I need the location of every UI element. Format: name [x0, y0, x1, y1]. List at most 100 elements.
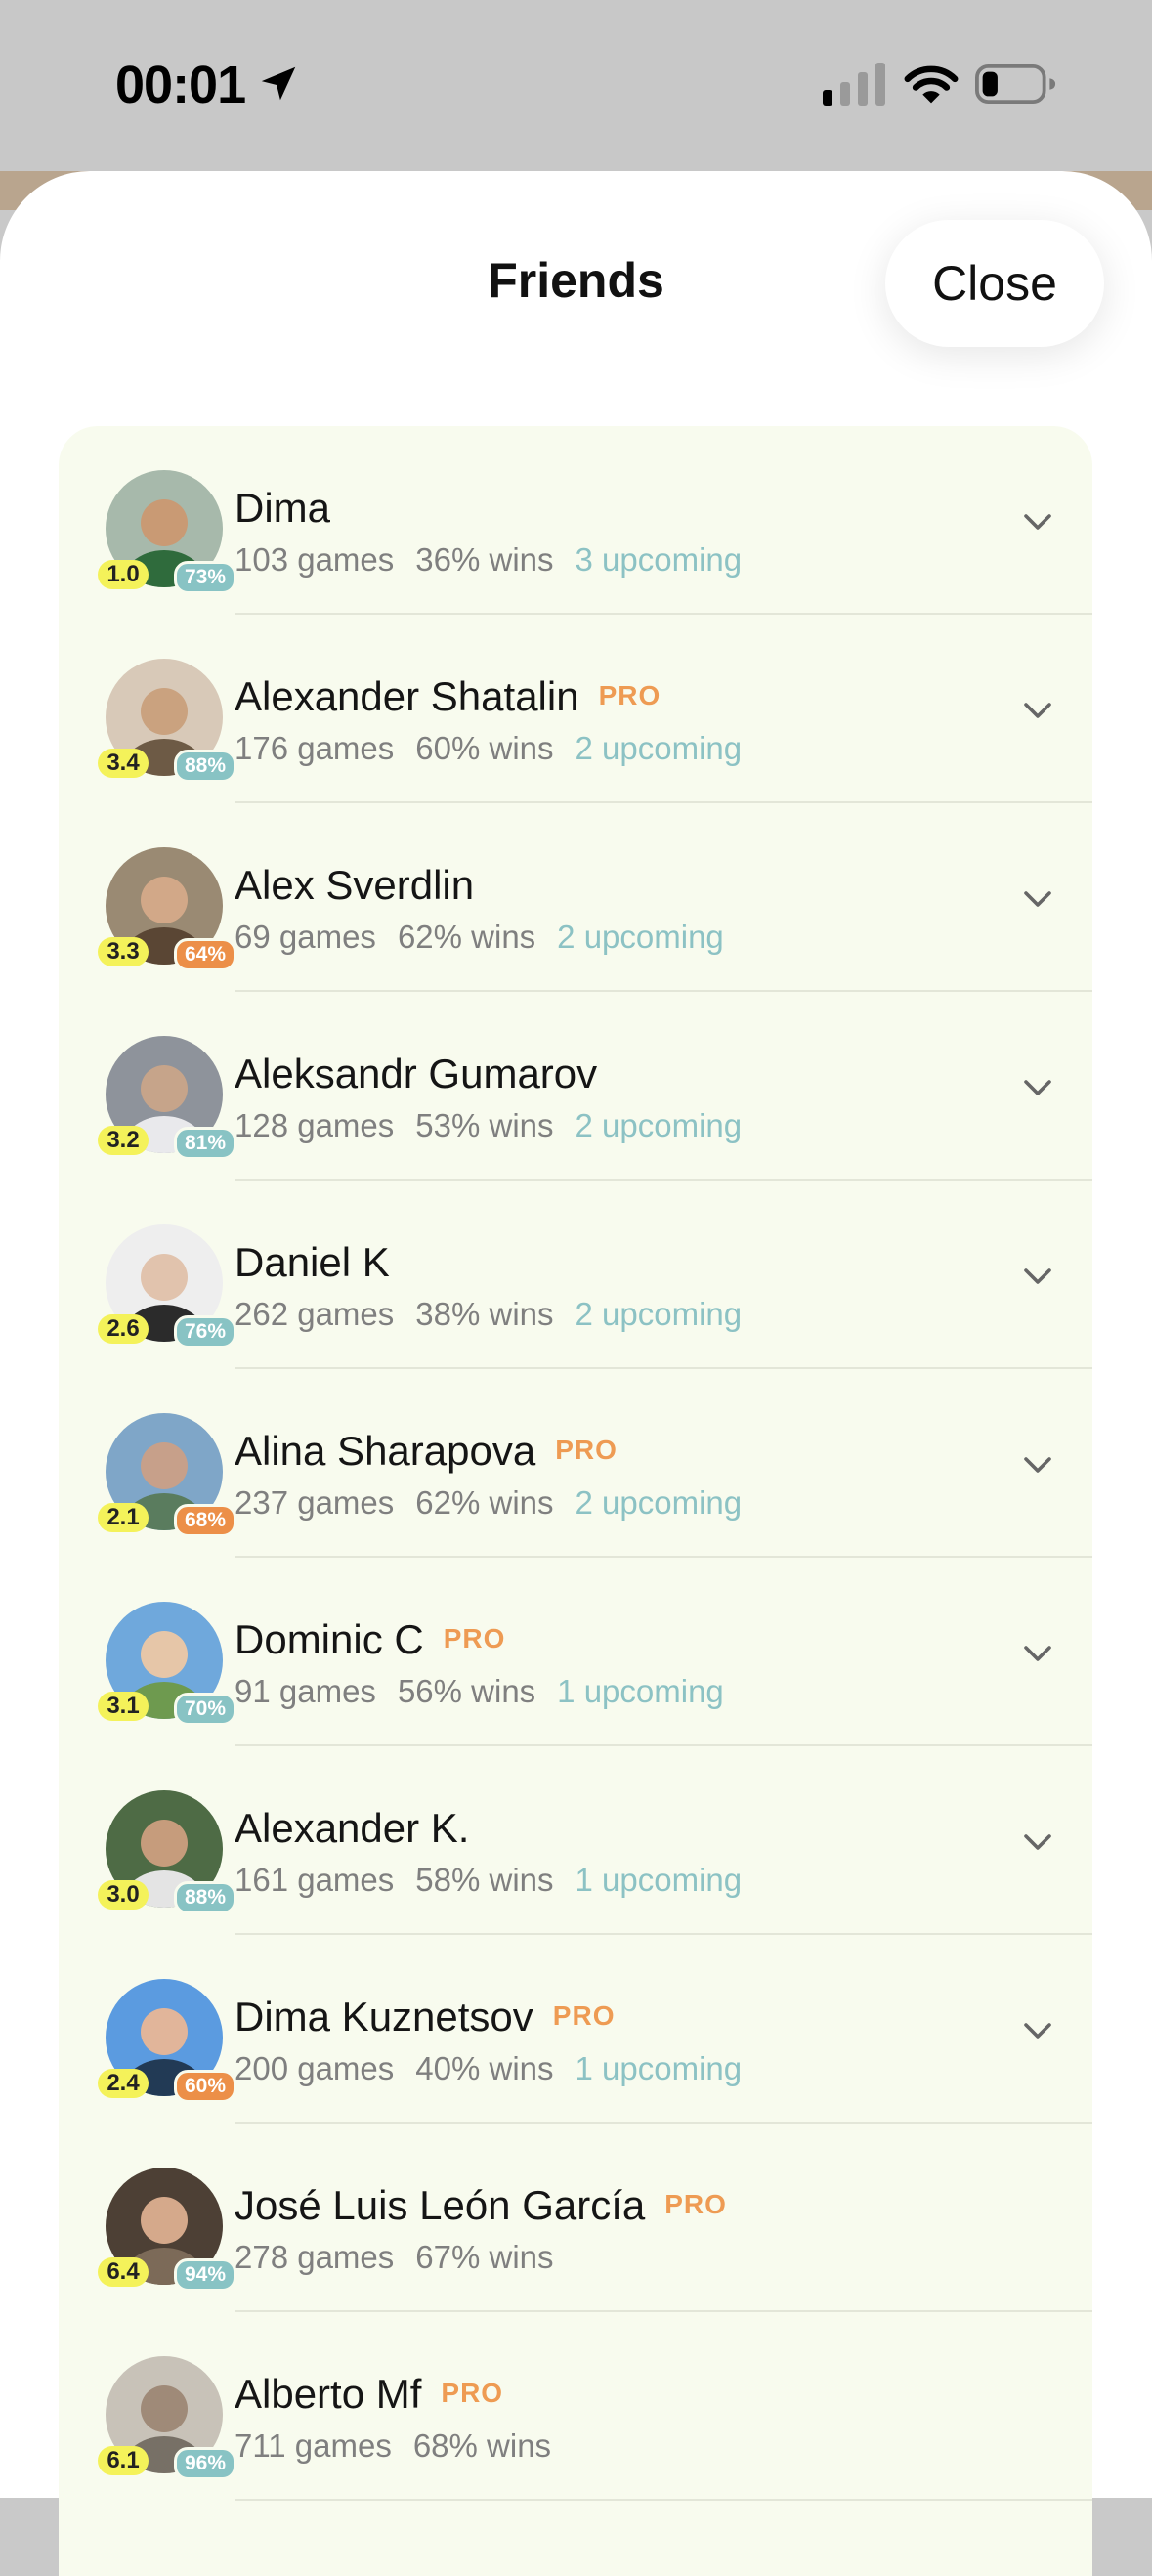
pro-badge: PRO [664, 2189, 727, 2219]
friend-row[interactable]: 3.4 88% Alexander Shatalin PRO 176 games 60% … [59, 615, 1092, 803]
games-count: 200 games [235, 2050, 395, 2086]
win-rate-badge: 73% [174, 561, 237, 594]
chevron-down-icon[interactable] [1020, 699, 1055, 722]
upcoming-count: 1 upcoming [575, 2050, 743, 2086]
rating-badge: 3.1 [98, 1692, 149, 1721]
rating-badge: 2.1 [98, 1503, 149, 1532]
upcoming-count: 2 upcoming [575, 730, 743, 766]
win-rate-badge: 76% [174, 1315, 237, 1349]
friend-name: Alina Sharapova PRO [235, 1428, 618, 1475]
games-count: 711 games [235, 2427, 392, 2464]
win-rate-badge: 60% [174, 2070, 237, 2103]
upcoming-count: 2 upcoming [575, 1484, 743, 1521]
friend-stats: 237 games 62% wins 2 upcoming [235, 1484, 763, 1522]
chevron-down-icon[interactable] [1020, 510, 1055, 534]
friend-name-text: Alexander K. [235, 1805, 470, 1851]
friend-stats: 128 games 53% wins 2 upcoming [235, 1107, 763, 1144]
chevron-down-icon[interactable] [1020, 887, 1055, 911]
friend-name: Alberto Mf PRO [235, 2371, 503, 2418]
win-rate-badge: 88% [174, 750, 237, 783]
games-count: 262 games [235, 1296, 395, 1332]
friend-name-text: Aleksandr Gumarov [235, 1051, 598, 1096]
friend-stats: 200 games 40% wins 1 upcoming [235, 2050, 763, 2087]
upcoming-count: 3 upcoming [575, 541, 743, 578]
win-rate-badge: 68% [174, 1504, 237, 1537]
friend-name: Aleksandr Gumarov [235, 1051, 597, 1097]
win-percentage: 67% wins [415, 2239, 554, 2275]
friend-name-text: Daniel K [235, 1239, 390, 1285]
upcoming-count: 2 upcoming [575, 1107, 743, 1143]
win-rate-badge: 94% [174, 2258, 237, 2292]
win-percentage: 40% wins [415, 2050, 554, 2086]
friends-list: 1.0 73% Dima 103 games 36% wins 3 upcoming 3.4… [59, 426, 1092, 2576]
friend-row[interactable]: 3.2 81% Aleksandr Gumarov 128 games 53% wins… [59, 992, 1092, 1181]
chevron-down-icon[interactable] [1020, 1453, 1055, 1477]
games-count: 69 games [235, 919, 376, 955]
friend-name-text: Alex Sverdlin [235, 862, 475, 908]
win-percentage: 36% wins [415, 541, 554, 578]
pro-badge: PRO [555, 1435, 618, 1465]
status-time: 00:01 [115, 56, 246, 114]
friend-name: Alexander K. [235, 1805, 469, 1852]
friend-stats: 91 games 56% wins 1 upcoming [235, 1673, 746, 1710]
status-bar: 00:01 [0, 0, 1152, 171]
pro-badge: PRO [598, 680, 661, 710]
win-percentage: 38% wins [415, 1296, 554, 1332]
win-percentage: 53% wins [415, 1107, 554, 1143]
wifi-icon [904, 65, 959, 104]
rating-badge: 3.4 [98, 749, 149, 778]
friend-name: Alex Sverdlin [235, 862, 474, 909]
friend-name: Alexander Shatalin PRO [235, 673, 661, 720]
chevron-down-icon[interactable] [1020, 1076, 1055, 1099]
friend-stats: 278 games 67% wins [235, 2239, 576, 2276]
friend-stats: 69 games 62% wins 2 upcoming [235, 919, 746, 956]
friend-row[interactable]: 2.1 68% Alina Sharapova PRO 237 games 62% win… [59, 1369, 1092, 1558]
pro-badge: PRO [441, 2378, 504, 2408]
pro-badge: PRO [443, 1623, 506, 1653]
win-percentage: 68% wins [412, 2427, 552, 2464]
upcoming-count: 2 upcoming [575, 1296, 743, 1332]
games-count: 103 games [235, 541, 395, 578]
friend-stats: 711 games 68% wins [235, 2427, 573, 2465]
friend-name: José Luis León García PRO [235, 2182, 727, 2229]
chevron-down-icon[interactable] [1020, 1830, 1055, 1854]
upcoming-count: 2 upcoming [557, 919, 724, 955]
games-count: 161 games [235, 1862, 395, 1898]
friend-name: Daniel K [235, 1239, 390, 1286]
friend-name-text: Dima [235, 485, 331, 531]
win-percentage: 62% wins [397, 919, 536, 955]
rating-badge: 1.0 [98, 560, 149, 589]
win-rate-badge: 96% [174, 2447, 237, 2480]
chevron-down-icon[interactable] [1020, 2019, 1055, 2042]
win-rate-badge: 64% [174, 938, 237, 971]
rating-badge: 3.2 [98, 1126, 149, 1155]
row-divider [235, 2499, 1092, 2501]
friend-row[interactable]: 6.4 94% José Luis León García PRO 278 games 6… [59, 2124, 1092, 2312]
friend-stats: 161 games 58% wins 1 upcoming [235, 1862, 763, 1899]
win-rate-badge: 88% [174, 1881, 237, 1914]
friend-name-text: Alberto Mf [235, 2371, 422, 2417]
friend-row[interactable]: 3.1 70% Dominic C PRO 91 games 56% wins 1 upco… [59, 1558, 1092, 1746]
rating-badge: 3.0 [98, 1880, 149, 1910]
win-percentage: 60% wins [415, 730, 554, 766]
chevron-down-icon[interactable] [1020, 1265, 1055, 1288]
cellular-signal-icon [823, 63, 885, 106]
games-count: 237 games [235, 1484, 395, 1521]
friend-stats: 176 games 60% wins 2 upcoming [235, 730, 763, 767]
close-button[interactable]: Close [885, 220, 1104, 347]
rating-badge: 2.6 [98, 1314, 149, 1344]
win-percentage: 56% wins [397, 1673, 536, 1709]
friend-name: Dima Kuznetsov PRO [235, 1994, 615, 2040]
friend-row[interactable]: 2.4 60% Dima Kuznetsov PRO 200 games 40% wins… [59, 1935, 1092, 2124]
friend-row[interactable]: 1.0 73% Dima 103 games 36% wins 3 upcoming [59, 426, 1092, 615]
friend-row[interactable]: 3.3 64% Alex Sverdlin 69 games 62% wins 2 upc… [59, 803, 1092, 992]
rating-badge: 3.3 [98, 937, 149, 966]
friend-stats: 103 games 36% wins 3 upcoming [235, 541, 763, 579]
games-count: 278 games [235, 2239, 395, 2275]
chevron-down-icon[interactable] [1020, 1642, 1055, 1665]
upcoming-count: 1 upcoming [557, 1673, 724, 1709]
friend-name: Dima [235, 485, 330, 532]
friend-row[interactable]: 2.6 76% Daniel K 262 games 38% wins 2 upcomin… [59, 1181, 1092, 1369]
friend-row[interactable]: 3.0 88% Alexander K. 161 games 58% wins 1 upc… [59, 1746, 1092, 1935]
friend-row[interactable]: 6.1 96% Alberto Mf PRO 711 games 68% wins [59, 2312, 1092, 2501]
